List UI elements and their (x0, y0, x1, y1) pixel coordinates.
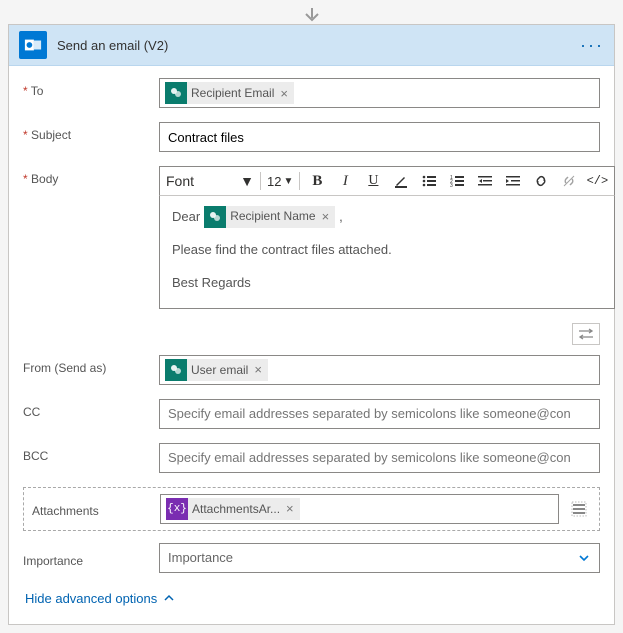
input-attachments[interactable]: {x} AttachmentsAr... × (160, 494, 559, 524)
sharepoint-icon (165, 82, 187, 104)
label-subject: Subject (23, 122, 151, 142)
rich-text-toolbar: Font▼ 12▼ B I U (159, 166, 615, 196)
row-to: To Recipient Email × (23, 78, 600, 108)
chip-label: AttachmentsAr... (192, 502, 280, 516)
row-body: Body Font▼ 12▼ B I U (23, 166, 600, 309)
input-bcc[interactable] (159, 443, 600, 473)
chip-recipient-email[interactable]: Recipient Email × (165, 82, 294, 104)
card-title: Send an email (V2) (57, 38, 570, 53)
greeting-prefix: Dear (172, 207, 200, 228)
number-list-button[interactable]: 123 (446, 170, 468, 192)
outdent-button[interactable] (474, 170, 496, 192)
body-line-greeting: Dear Recipient Name × , (172, 206, 602, 228)
chip-remove-icon[interactable]: × (284, 501, 296, 516)
label-to: To (23, 78, 151, 98)
underline-button[interactable]: U (362, 170, 384, 192)
bold-button[interactable]: B (306, 170, 328, 192)
input-to[interactable]: Recipient Email × (159, 78, 600, 108)
card-menu-button[interactable]: ··· (580, 35, 604, 56)
svg-text:3: 3 (450, 183, 453, 188)
row-from: From (Send as) User email × (23, 355, 600, 385)
row-importance: Importance Importance (23, 543, 600, 573)
label-cc: CC (23, 399, 151, 419)
toolbar-separator (299, 172, 300, 190)
label-from: From (Send as) (23, 355, 151, 375)
toolbar-separator (260, 172, 261, 190)
chevron-up-icon (163, 592, 175, 604)
chevron-down-icon (577, 551, 591, 565)
bcc-text-input[interactable] (168, 450, 591, 465)
label-importance: Importance (23, 548, 151, 568)
importance-select[interactable]: Importance (159, 543, 600, 573)
row-attachments: Attachments {x} AttachmentsAr... × (23, 487, 600, 531)
code-view-button[interactable]: </> (586, 170, 608, 192)
input-from[interactable]: User email × (159, 355, 600, 385)
action-card: Send an email (V2) ··· To Recipient Emai… (8, 24, 615, 625)
label-attachments: Attachments (32, 500, 160, 518)
swap-bar (23, 323, 600, 345)
hide-advanced-options-link[interactable]: Hide advanced options (23, 583, 177, 618)
input-cc[interactable] (159, 399, 600, 429)
subject-text-input[interactable] (168, 130, 591, 145)
attachments-mode-button[interactable] (567, 495, 591, 523)
bullet-list-button[interactable] (418, 170, 440, 192)
link-button[interactable] (530, 170, 552, 192)
row-bcc: BCC (23, 443, 600, 473)
rich-text-body[interactable]: Dear Recipient Name × , Please find the … (159, 196, 615, 309)
chip-label: Recipient Email (191, 86, 274, 100)
body-line-2: Please find the contract files attached. (172, 240, 602, 261)
row-subject: Subject (23, 122, 600, 152)
italic-button[interactable]: I (334, 170, 356, 192)
unlink-button[interactable] (558, 170, 580, 192)
font-size-select[interactable]: 12▼ (267, 174, 293, 189)
chip-attachments-array[interactable]: {x} AttachmentsAr... × (166, 498, 300, 520)
importance-placeholder: Importance (168, 550, 233, 565)
outlook-icon (19, 31, 47, 59)
card-form: To Recipient Email × Subject Body (9, 66, 614, 624)
body-line-3: Best Regards (172, 273, 602, 294)
sharepoint-icon (204, 206, 226, 228)
greeting-suffix: , (339, 207, 343, 228)
color-button[interactable] (390, 170, 412, 192)
font-family-select[interactable]: Font▼ (166, 173, 254, 189)
chip-remove-icon[interactable]: × (320, 207, 332, 228)
row-cc: CC (23, 399, 600, 429)
variable-icon: {x} (166, 498, 188, 520)
input-subject[interactable] (159, 122, 600, 152)
chip-recipient-name[interactable]: Recipient Name × (204, 206, 335, 228)
sharepoint-icon (165, 359, 187, 381)
chip-user-email[interactable]: User email × (165, 359, 268, 381)
chip-remove-icon[interactable]: × (278, 86, 290, 101)
cc-text-input[interactable] (168, 406, 591, 421)
rich-text-editor: Font▼ 12▼ B I U (159, 166, 615, 309)
label-bcc: BCC (23, 443, 151, 463)
chip-label: Recipient Name (230, 207, 315, 226)
chip-remove-icon[interactable]: × (252, 362, 264, 377)
swap-button[interactable] (572, 323, 600, 345)
card-header[interactable]: Send an email (V2) ··· (9, 25, 614, 66)
flow-arrow-in (8, 8, 615, 24)
chip-label: User email (191, 363, 248, 377)
label-body: Body (23, 166, 151, 186)
indent-button[interactable] (502, 170, 524, 192)
